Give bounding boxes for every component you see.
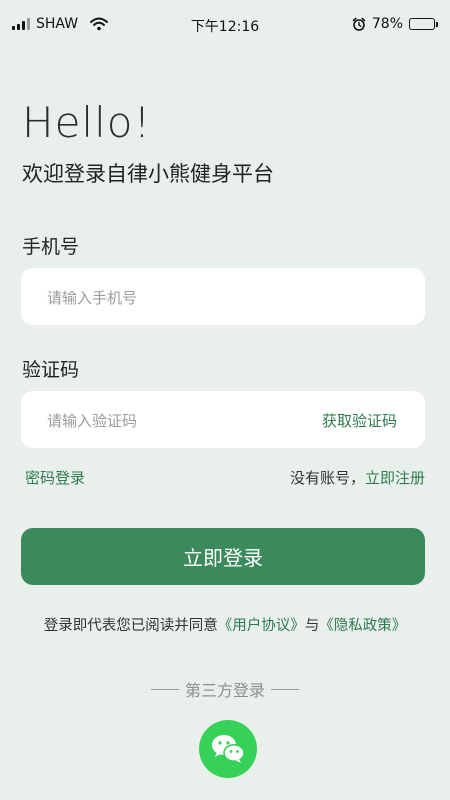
login-button[interactable]: 立即登录 <box>21 528 425 585</box>
no-account-text: 没有账号， <box>289 469 365 487</box>
code-field-box: 获取验证码 <box>21 391 425 450</box>
register-link[interactable]: 立即注册 <box>365 469 425 487</box>
wechat-icon <box>212 735 245 763</box>
phone-field-box <box>21 268 425 327</box>
divider-line-left <box>150 688 179 690</box>
agreement-prefix: 登录即代表您已阅读并同意 <box>43 618 218 634</box>
alarm-icon <box>352 17 366 31</box>
phone-input[interactable] <box>45 268 309 327</box>
battery-icon <box>409 18 438 30</box>
status-right: 78% <box>352 16 438 32</box>
phone-label: 手机号 <box>22 236 80 258</box>
password-login-link[interactable]: 密码登录 <box>25 467 85 488</box>
code-label: 验证码 <box>22 359 80 381</box>
code-input[interactable] <box>45 391 309 450</box>
agreement-and: 与 <box>304 618 320 634</box>
agreement-text: 登录即代表您已阅读并同意《用户协议》与《隐私政策》 <box>0 614 450 635</box>
privacy-policy-link[interactable]: 《隐私政策》 <box>319 618 406 634</box>
get-code-button[interactable]: 获取验证码 <box>322 410 397 431</box>
status-bar: SHAW 下午12:16 78% <box>0 0 450 50</box>
battery-percent: 78% <box>371 16 403 32</box>
divider-line-right <box>271 688 299 690</box>
user-agreement-link[interactable]: 《用户协议》 <box>218 618 305 634</box>
welcome-subtitle: 欢迎登录自律小熊健身平台 <box>22 162 274 186</box>
register-row: 没有账号，立即注册 <box>290 467 425 488</box>
greeting-title: Hello! <box>22 98 152 147</box>
wechat-login-button[interactable] <box>199 720 257 778</box>
third-party-divider: 第三方登录 <box>0 677 450 701</box>
third-party-label: 第三方登录 <box>184 681 265 700</box>
